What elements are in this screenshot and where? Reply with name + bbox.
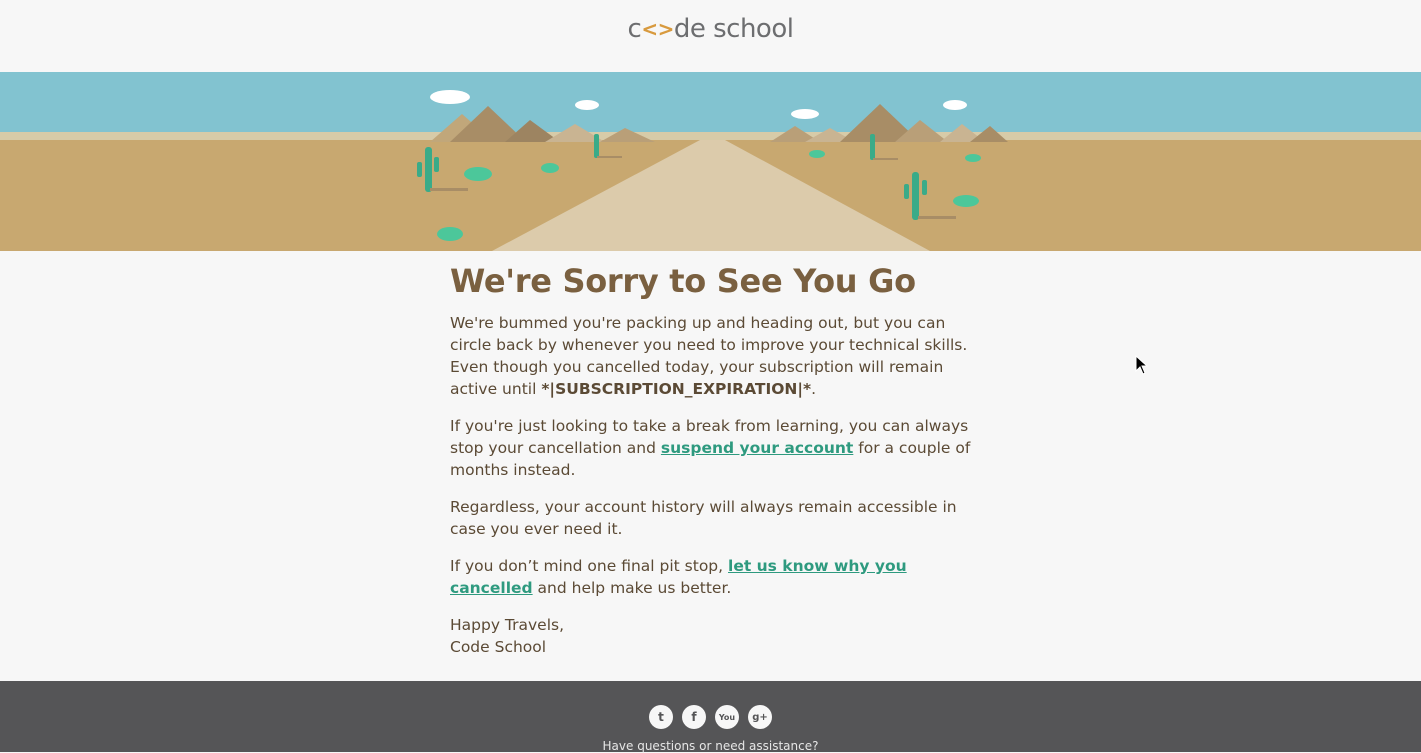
mouse-cursor-icon bbox=[1135, 355, 1149, 375]
google-plus-icon[interactable]: g+ bbox=[748, 705, 772, 729]
help-text: Have questions or need assistance? bbox=[602, 739, 819, 753]
subscription-expiration-placeholder: *|SUBSCRIPTION_EXPIRATION|* bbox=[541, 380, 812, 398]
header: c <> de school bbox=[0, 0, 1421, 72]
paragraph-feedback-after: and help make us better. bbox=[532, 579, 732, 597]
desert-illustration bbox=[0, 72, 1421, 251]
paragraph-history: Regardless, your account history will al… bbox=[450, 498, 957, 538]
paragraph-suspend: If you're just looking to take a break f… bbox=[450, 415, 975, 481]
paragraph-feedback-before: If you don’t mind one final pit stop, bbox=[450, 557, 729, 575]
footer: t f You g+ Have questions or need assist… bbox=[0, 681, 1421, 753]
signoff-line-1: Happy Travels, bbox=[450, 616, 565, 634]
logo-text-left: c bbox=[627, 14, 642, 44]
signoff: Happy Travels, Code School bbox=[450, 614, 975, 658]
twitter-icon[interactable]: t bbox=[649, 705, 673, 729]
paragraph-subscription-end: . bbox=[811, 380, 817, 398]
signoff-line-2: Code School bbox=[450, 638, 547, 656]
suspend-account-link[interactable]: suspend your account bbox=[661, 439, 853, 457]
code-school-logo[interactable]: c <> de school bbox=[628, 14, 794, 44]
facebook-icon[interactable]: f bbox=[682, 705, 706, 729]
page-title: We're Sorry to See You Go bbox=[450, 262, 916, 300]
paragraph-feedback: If you don’t mind one final pit stop, le… bbox=[450, 555, 975, 599]
social-links: t f You g+ bbox=[0, 705, 1421, 729]
paragraph-subscription: We're bummed you're packing up and headi… bbox=[450, 312, 975, 400]
logo-code-mark-icon: <> bbox=[641, 17, 674, 41]
cancellation-message: We're Sorry to See You Go We're bummed y… bbox=[450, 262, 975, 673]
logo-text-right: de school bbox=[673, 14, 794, 44]
youtube-icon[interactable]: You bbox=[715, 705, 739, 729]
desert-hero-banner bbox=[0, 72, 1421, 251]
